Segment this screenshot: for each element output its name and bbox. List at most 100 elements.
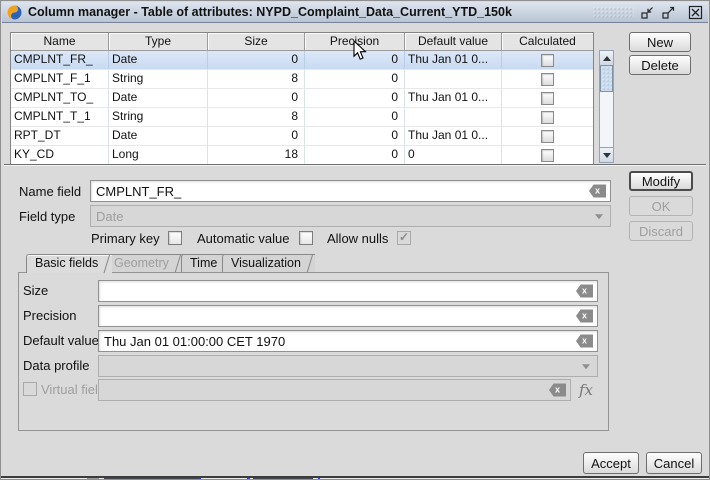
mouse-cursor xyxy=(353,40,367,61)
allow-nulls-label: Allow nulls xyxy=(327,231,388,247)
column-manager-dialog: Column manager - Table of attributes: NY… xyxy=(0,0,710,480)
cell-name: CMPLNT_F_1 xyxy=(11,70,109,88)
tab-basic-fields[interactable]: Basic fields xyxy=(26,254,112,273)
table-row[interactable]: CMPLNT_FR_ Date 0 0 Thu Jan 01 0... xyxy=(11,51,593,70)
clear-text-icon[interactable]: x xyxy=(549,384,566,397)
cancel-button[interactable]: Cancel xyxy=(646,452,702,474)
scroll-down-arrow-icon xyxy=(603,153,611,158)
calculated-checkbox[interactable] xyxy=(541,92,554,105)
ok-button[interactable]: OK xyxy=(629,196,693,216)
cell-name: CMPLNT_TO_ xyxy=(11,89,109,107)
precision-input[interactable]: x xyxy=(98,305,598,327)
calculated-checkbox[interactable] xyxy=(541,130,554,143)
name-field-value: CMPLNT_FR_ xyxy=(96,184,181,199)
cell-calculated xyxy=(502,70,593,88)
cell-default-value: Thu Jan 01 0... xyxy=(405,89,502,107)
tab-geometry[interactable]: Geometry xyxy=(105,254,183,272)
titlebar-grip xyxy=(592,6,634,19)
new-button[interactable]: New xyxy=(629,32,691,52)
default-value-input[interactable]: Thu Jan 01 01:00:00 CET 1970 x xyxy=(98,330,598,352)
cell-size: 0 xyxy=(208,51,305,69)
table-row[interactable]: CMPLNT_TO_ Date 0 0 Thu Jan 01 0... xyxy=(11,89,593,108)
calculated-checkbox[interactable] xyxy=(541,111,554,124)
table-row[interactable]: CMPLNT_F_1 String 8 0 xyxy=(11,70,593,89)
calculated-checkbox[interactable] xyxy=(541,54,554,67)
name-field-label: Name field xyxy=(19,184,81,200)
scroll-up-button[interactable] xyxy=(600,51,613,66)
virtual-field-checkbox[interactable] xyxy=(23,382,37,396)
field-type-dropdown[interactable]: Date xyxy=(90,205,611,227)
clear-text-icon[interactable]: x xyxy=(576,310,593,323)
cell-default-value xyxy=(405,70,502,88)
cell-calculated xyxy=(502,89,593,107)
table-scrollbar[interactable] xyxy=(599,50,614,163)
cell-precision: 0 xyxy=(305,146,405,164)
dropdown-arrow-icon xyxy=(595,214,603,219)
name-field-input[interactable]: CMPLNT_FR_ x xyxy=(90,180,611,202)
column-header-name[interactable]: Name xyxy=(11,33,109,51)
cell-name: RPT_DT xyxy=(11,127,109,145)
column-header-size[interactable]: Size xyxy=(208,33,305,51)
expression-builder-fx-icon[interactable]: fx xyxy=(579,381,593,399)
column-header-default-value[interactable]: Default value xyxy=(405,33,502,51)
window-title: Column manager - Table of attributes: NY… xyxy=(28,5,512,19)
primary-key-checkbox[interactable] xyxy=(168,231,182,245)
table-header-row: Name Type Size Precision Default value C… xyxy=(11,33,593,51)
data-profile-dropdown[interactable] xyxy=(98,355,598,377)
cell-size: 8 xyxy=(208,108,305,126)
primary-key-label: Primary key xyxy=(91,231,160,247)
clear-text-icon[interactable]: x xyxy=(576,285,593,298)
cell-type: String xyxy=(109,70,208,88)
section-divider xyxy=(4,164,706,165)
accept-button[interactable]: Accept xyxy=(583,452,639,474)
cell-name: CMPLNT_FR_ xyxy=(11,51,109,69)
data-profile-label: Data profile xyxy=(23,358,89,374)
cell-precision: 0 xyxy=(305,127,405,145)
titlebar[interactable]: Column manager - Table of attributes: NY… xyxy=(2,2,708,23)
restore-window-icon[interactable] xyxy=(640,5,655,20)
cell-type: Date xyxy=(109,51,208,69)
field-type-label: Field type xyxy=(19,209,75,225)
calculated-checkbox[interactable] xyxy=(541,149,554,162)
scroll-down-button[interactable] xyxy=(600,147,613,162)
cell-precision: 0 xyxy=(305,89,405,107)
allow-nulls-checkbox[interactable] xyxy=(397,231,411,245)
default-value-value: Thu Jan 01 01:00:00 CET 1970 xyxy=(104,334,285,349)
size-input[interactable]: x xyxy=(98,280,598,302)
table-row[interactable]: CMPLNT_T_1 String 8 0 xyxy=(11,108,593,127)
dropdown-arrow-icon xyxy=(582,364,590,369)
calculated-checkbox[interactable] xyxy=(541,73,554,86)
clear-text-icon[interactable]: x xyxy=(576,335,593,348)
table-row[interactable]: RPT_DT Date 0 0 Thu Jan 01 0... xyxy=(11,127,593,146)
scrollbar-thumb[interactable] xyxy=(600,65,613,92)
cell-calculated xyxy=(502,146,593,164)
cell-size: 0 xyxy=(208,89,305,107)
table-row[interactable]: KY_CD Long 18 0 0 xyxy=(11,146,593,165)
table-body: CMPLNT_FR_ Date 0 0 Thu Jan 01 0... CMPL… xyxy=(11,51,593,165)
cell-size: 8 xyxy=(208,70,305,88)
cell-name: KY_CD xyxy=(11,146,109,164)
modify-button[interactable]: Modify xyxy=(629,171,693,191)
automatic-value-checkbox[interactable] xyxy=(299,231,313,245)
delete-button[interactable]: Delete xyxy=(629,55,691,75)
virtual-field-label: Virtual field xyxy=(41,382,105,398)
close-window-icon[interactable] xyxy=(688,5,703,20)
background-window-sliver xyxy=(1,478,709,479)
cell-calculated xyxy=(502,108,593,126)
cell-name: CMPLNT_T_1 xyxy=(11,108,109,126)
scroll-up-arrow-icon xyxy=(603,56,611,61)
cell-size: 18 xyxy=(208,146,305,164)
cell-precision: 0 xyxy=(305,108,405,126)
cell-calculated xyxy=(502,127,593,145)
clear-text-icon[interactable]: x xyxy=(589,185,606,198)
cell-type: String xyxy=(109,108,208,126)
column-header-type[interactable]: Type xyxy=(109,33,208,51)
cell-type: Date xyxy=(109,89,208,107)
discard-button[interactable]: Discard xyxy=(629,221,693,241)
tab-visualization[interactable]: Visualization xyxy=(222,254,315,272)
column-header-calculated[interactable]: Calculated xyxy=(502,33,593,51)
virtual-field-input[interactable]: x xyxy=(98,379,571,401)
size-label: Size xyxy=(23,283,48,299)
maximize-window-icon[interactable] xyxy=(661,5,676,20)
cell-calculated xyxy=(502,51,593,69)
